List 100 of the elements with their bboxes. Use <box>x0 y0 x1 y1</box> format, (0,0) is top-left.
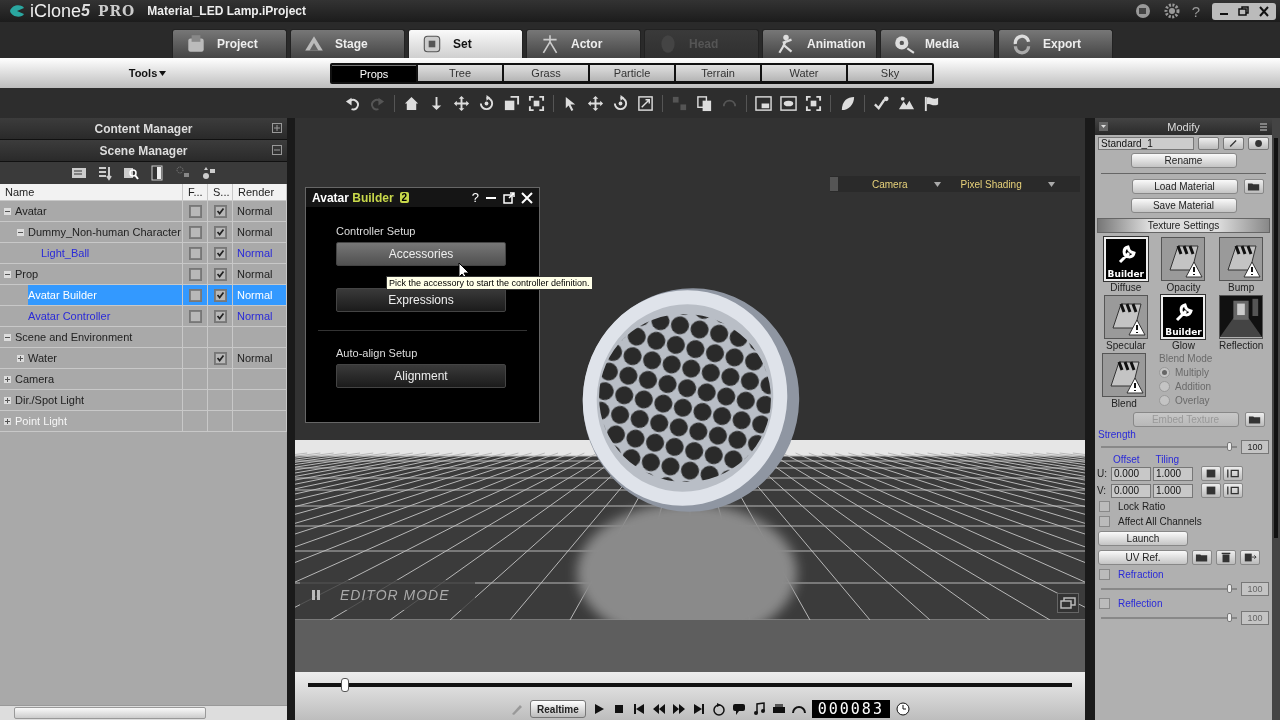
texture-thumbnail[interactable] <box>1103 295 1148 339</box>
collapse-icon[interactable] <box>4 207 11 215</box>
checkbox[interactable] <box>213 267 227 281</box>
checkbox[interactable] <box>213 288 227 302</box>
dialog-button[interactable]: Alignment <box>336 364 506 388</box>
texture-thumbnail[interactable] <box>1219 237 1264 281</box>
checkbox[interactable] <box>188 246 202 260</box>
scrollbar[interactable] <box>1272 118 1280 720</box>
tree-row[interactable]: Avatar Controller Normal <box>0 306 287 327</box>
collapse-icon[interactable] <box>17 228 24 236</box>
main-tab[interactable]: Animation <box>762 29 877 58</box>
home-icon[interactable] <box>403 94 420 112</box>
checkbox[interactable] <box>188 309 202 323</box>
frame-icon[interactable] <box>528 94 545 112</box>
material-dropdown[interactable]: Standard_1 <box>1098 136 1194 150</box>
slider-thumb[interactable] <box>1227 613 1233 622</box>
checkbox[interactable] <box>1099 598 1110 609</box>
trash-icon[interactable] <box>1216 550 1236 565</box>
shading-dropdown[interactable]: Pixel Shading <box>960 178 1022 190</box>
texture-thumbnail[interactable]: Builder <box>1103 237 1148 281</box>
move-icon[interactable] <box>453 94 470 112</box>
tree-row[interactable]: Scene and Environment <box>0 327 287 348</box>
panel-icon[interactable] <box>148 165 165 181</box>
printer-icon[interactable] <box>771 702 786 716</box>
pause-icon[interactable] <box>312 590 320 600</box>
tree-row[interactable]: Dummy_Non-human Character Normal <box>0 222 287 243</box>
rotate-icon[interactable] <box>612 94 629 112</box>
leaf-icon[interactable] <box>839 94 856 112</box>
tree-row[interactable]: Avatar Normal <box>0 201 287 222</box>
resize-icon[interactable] <box>637 94 654 112</box>
number-field[interactable]: 1.000 <box>1153 483 1193 498</box>
texture-thumbnail[interactable]: Builder <box>1161 295 1206 339</box>
align-icon[interactable] <box>1223 466 1243 481</box>
sub-tab[interactable]: Tree <box>418 64 502 81</box>
rewind-icon[interactable] <box>651 702 666 716</box>
value-field[interactable]: 100 <box>1241 582 1269 596</box>
checkbox[interactable] <box>1099 569 1110 580</box>
folder-icon[interactable] <box>1243 179 1264 194</box>
list-icon[interactable] <box>70 165 87 181</box>
nodes-icon[interactable] <box>200 165 217 181</box>
tree-row[interactable]: Water Normal <box>0 348 287 369</box>
value-field[interactable]: 100 <box>1241 440 1269 454</box>
tools-menu[interactable]: Tools <box>128 67 167 79</box>
rotate-icon[interactable] <box>478 94 495 112</box>
expand-icon[interactable] <box>4 396 11 404</box>
collapse-icon[interactable] <box>4 270 11 278</box>
help-button[interactable]: ? <box>471 190 479 205</box>
checkbox[interactable] <box>188 225 202 239</box>
checkbox[interactable] <box>213 225 227 239</box>
folder-icon[interactable] <box>1192 550 1212 565</box>
sub-tab[interactable]: Terrain <box>676 64 760 81</box>
dialog-button[interactable]: Accessories <box>336 242 506 266</box>
pencil-icon[interactable] <box>1222 136 1244 150</box>
camera-dropdown[interactable]: Camera <box>872 178 908 190</box>
number-field[interactable]: 0.000 <box>1111 466 1151 481</box>
collapse-handle[interactable] <box>830 177 838 191</box>
number-field[interactable]: 0.000 <box>1111 483 1151 498</box>
close-icon[interactable] <box>521 191 533 204</box>
checkbox[interactable] <box>188 267 202 281</box>
rename-button[interactable]: Rename <box>1130 153 1237 168</box>
main-tab[interactable]: Media <box>880 29 995 58</box>
load-material-button[interactable]: Load Material <box>1131 179 1238 194</box>
checkbox[interactable] <box>1099 516 1110 527</box>
checkbox[interactable] <box>188 204 202 218</box>
expand-icon[interactable] <box>272 123 282 133</box>
slider-thumb[interactable] <box>1227 584 1233 593</box>
expand-icon[interactable] <box>17 354 24 362</box>
sort-icon[interactable] <box>96 165 113 181</box>
menu-icon[interactable] <box>1259 122 1268 131</box>
main-tab[interactable]: Project <box>172 29 287 58</box>
column-header[interactable]: S... <box>213 186 230 198</box>
main-tab[interactable]: Stage <box>290 29 405 58</box>
tree-row[interactable]: Dir./Spot Light <box>0 390 287 411</box>
column-header[interactable]: Render <box>238 186 275 198</box>
terrain-icon[interactable] <box>898 94 915 112</box>
settings-icon[interactable] <box>1163 3 1180 19</box>
column-header[interactable]: F... <box>188 186 203 198</box>
dialog-button[interactable]: Expressions <box>336 288 506 312</box>
number-field[interactable]: 1.000 <box>1153 466 1193 481</box>
search-icon[interactable] <box>122 165 139 181</box>
export-icon[interactable] <box>1240 550 1260 565</box>
scale-icon[interactable] <box>503 94 520 112</box>
slider-thumb[interactable] <box>1227 442 1233 451</box>
expand-icon[interactable] <box>4 375 11 383</box>
value-field[interactable]: 100 <box>1241 611 1269 625</box>
checkbox[interactable] <box>213 351 227 365</box>
window-icon[interactable] <box>755 94 772 112</box>
realtime-button[interactable]: Realtime <box>530 700 586 718</box>
skip-end-icon[interactable] <box>691 702 706 716</box>
save-material-button[interactable]: Save Material <box>1130 198 1237 213</box>
loop-icon[interactable] <box>711 702 726 716</box>
checkbox[interactable] <box>188 288 202 302</box>
move-icon[interactable] <box>587 94 604 112</box>
sub-tab[interactable]: Props <box>332 64 416 82</box>
copy-icon[interactable] <box>696 94 713 112</box>
collapse-icon[interactable] <box>272 145 282 155</box>
dropdown-button[interactable] <box>1197 136 1219 150</box>
scrollbar[interactable] <box>0 705 287 720</box>
restore-icon[interactable] <box>1057 593 1079 613</box>
fast-forward-icon[interactable] <box>671 702 686 716</box>
